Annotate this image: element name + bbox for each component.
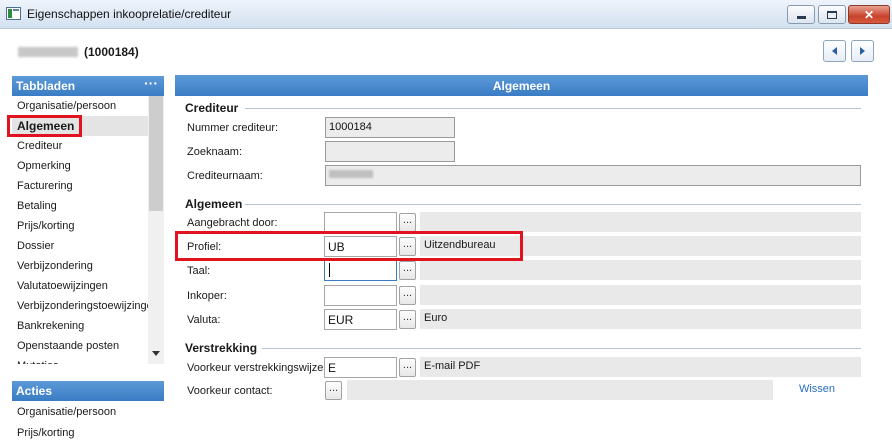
wissen-link[interactable]: Wissen xyxy=(773,378,861,401)
zoeknaam-label: Zoeknaam: xyxy=(187,146,243,158)
taal-lookup-button[interactable]: ... xyxy=(399,261,416,280)
highlight-algemeen-tab xyxy=(7,115,82,137)
chevron-left-icon xyxy=(832,47,837,55)
tab-opmerking[interactable]: Opmerking xyxy=(12,156,148,176)
scrollbar-thumb[interactable] xyxy=(149,96,163,211)
redacted-name xyxy=(18,47,78,57)
inkoper-description xyxy=(420,285,861,305)
minimize-button[interactable] xyxy=(787,5,815,24)
valuta-label: Valuta: xyxy=(187,314,221,326)
acties-header: Acties xyxy=(12,381,164,401)
tab-prijs-korting[interactable]: Prijs/korting xyxy=(12,216,148,236)
voorkeur-verstrekkingswijze-input[interactable] xyxy=(324,357,397,378)
record-header: (1000184) xyxy=(18,45,139,59)
crediteurnaam-field xyxy=(325,165,861,186)
voorkeur-contact-lookup-button[interactable]: ... xyxy=(325,381,342,400)
valuta-input[interactable] xyxy=(324,309,397,330)
crediteurnaam-label: Crediteurnaam: xyxy=(187,170,263,182)
aangebracht-door-lookup-button[interactable]: ... xyxy=(399,213,416,232)
tab-organisatie-persoon[interactable]: Organisatie/persoon xyxy=(12,96,148,116)
window-title: Eigenschappen inkooprelatie/crediteur xyxy=(27,7,232,21)
tabbladen-title: Tabbladen xyxy=(16,79,76,93)
tab-crediteur[interactable]: Crediteur xyxy=(12,136,148,156)
tab-mutaties[interactable]: Mutaties xyxy=(12,356,148,364)
redacted-crediteurnaam xyxy=(329,170,373,178)
section-title: Algemeen xyxy=(175,75,868,96)
group-verstrekking-title: Verstrekking xyxy=(185,341,258,355)
aangebracht-door-label: Aangebracht door: xyxy=(187,217,278,229)
group-algemeen-divider xyxy=(245,204,861,205)
maximize-icon xyxy=(827,10,837,19)
app-icon xyxy=(6,7,21,20)
voorkeur-contact-label: Voorkeur contact: xyxy=(187,385,273,397)
acties-title: Acties xyxy=(16,384,53,398)
tabbladen-header: Tabbladen ··· xyxy=(12,75,164,96)
voorkeur-verstrekkingswijze-label: Voorkeur verstrekkingswijze: xyxy=(187,362,327,374)
scroll-down-icon[interactable] xyxy=(152,351,160,356)
action-prijs-korting[interactable]: Prijs/korting xyxy=(12,427,164,439)
minimize-icon xyxy=(796,16,806,19)
previous-record-button[interactable] xyxy=(823,40,846,62)
zoeknaam-field xyxy=(325,141,455,162)
highlight-profiel-row xyxy=(175,231,523,261)
tab-openstaande-posten[interactable]: Openstaande posten xyxy=(12,336,148,356)
tab-dossier[interactable]: Dossier xyxy=(12,236,148,256)
voorkeur-verstrekkingswijze-lookup-button[interactable]: ... xyxy=(399,358,416,377)
close-icon: ✕ xyxy=(863,7,875,22)
valuta-description: Euro xyxy=(420,309,861,329)
maximize-button[interactable] xyxy=(818,5,846,24)
taal-label: Taal: xyxy=(187,265,211,277)
tab-betaling[interactable]: Betaling xyxy=(12,196,148,216)
tab-facturering[interactable]: Facturering xyxy=(12,176,148,196)
tab-verbijzonderingstoewijzingen[interactable]: Verbijzonderingstoewijzingen xyxy=(12,296,148,316)
title-bar: Eigenschappen inkooprelatie/crediteur ✕ xyxy=(0,0,892,29)
inkoper-input[interactable] xyxy=(324,285,397,306)
tab-valutatoewijzingen[interactable]: Valutatoewijzingen xyxy=(12,276,148,296)
group-algemeen-title: Algemeen xyxy=(185,197,243,211)
nummer-crediteur-label: Nummer crediteur: xyxy=(187,122,279,134)
aangebracht-door-description xyxy=(420,212,861,232)
more-options-icon[interactable]: ··· xyxy=(144,75,158,91)
taal-input[interactable] xyxy=(324,260,397,281)
group-crediteur-divider xyxy=(245,108,861,109)
tab-bankrekening[interactable]: Bankrekening xyxy=(12,316,148,336)
valuta-lookup-button[interactable]: ... xyxy=(399,310,416,329)
voorkeur-verstrekkingswijze-description: E-mail PDF xyxy=(420,357,861,377)
inkoper-lookup-button[interactable]: ... xyxy=(399,286,416,305)
group-verstrekking-divider xyxy=(262,348,861,349)
text-caret xyxy=(329,263,330,277)
aangebracht-door-input[interactable] xyxy=(324,212,397,233)
record-id: (1000184) xyxy=(84,45,139,59)
taal-description xyxy=(420,260,861,280)
next-record-button[interactable] xyxy=(851,40,874,62)
tab-verbijzondering[interactable]: Verbijzondering xyxy=(12,256,148,276)
tab-list-scrollbar[interactable] xyxy=(148,96,164,364)
action-organisatie-persoon[interactable]: Organisatie/persoon xyxy=(12,406,164,418)
chevron-right-icon xyxy=(860,47,865,55)
inkoper-label: Inkoper: xyxy=(187,290,227,302)
nummer-crediteur-field: 1000184 xyxy=(325,117,455,138)
group-crediteur-title: Crediteur xyxy=(185,101,239,115)
close-button[interactable]: ✕ xyxy=(848,5,890,24)
voorkeur-contact-description xyxy=(347,380,773,400)
